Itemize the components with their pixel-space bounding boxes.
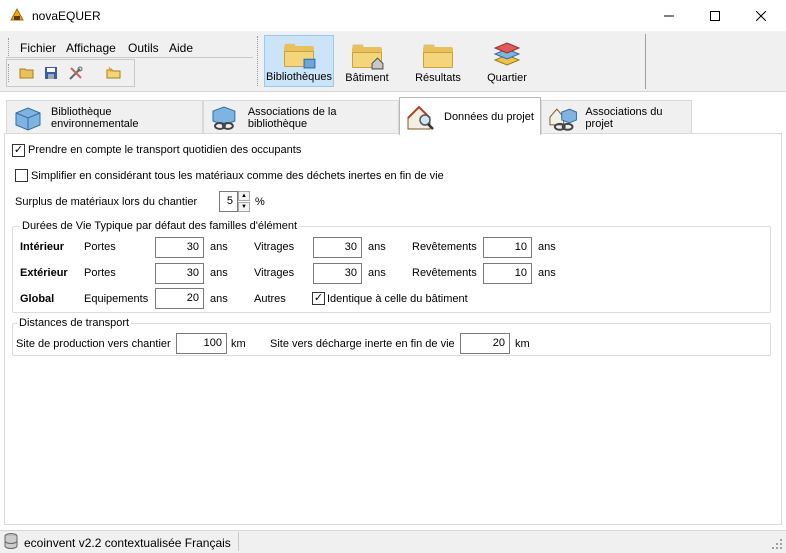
up-arrow-icon: ▲ [241, 193, 247, 199]
close-button[interactable] [738, 0, 784, 31]
tab-associations-projet[interactable]: Associations du projet [541, 100, 692, 134]
exterior-revetements-input[interactable]: 10 [483, 263, 532, 284]
unit-ans: ans [210, 267, 228, 279]
down-arrow-icon: ▼ [241, 204, 247, 210]
unit-ans: ans [210, 293, 228, 305]
global-equipements-label: Equipements [84, 293, 149, 305]
unit-ans: ans [368, 267, 386, 279]
tab-donnees-projet[interactable]: Données du projet [399, 97, 541, 135]
interior-portes-input[interactable]: 30 [155, 237, 204, 258]
new-project-button[interactable] [104, 64, 124, 82]
district-layers-icon [493, 42, 521, 66]
unit-ans: ans [368, 241, 386, 253]
resize-grip-icon[interactable] [772, 539, 783, 550]
menu-fichier[interactable]: Fichier [20, 41, 56, 55]
lifespan-group-title: Durées de Vie Typique par défaut des fam… [20, 220, 300, 232]
library-folder-icon [284, 43, 316, 69]
unit-km: km [231, 338, 246, 350]
unit-ans: ans [210, 241, 228, 253]
menu-aide[interactable]: Aide [169, 41, 193, 55]
production-distance-input[interactable]: 100 [176, 333, 227, 354]
maximize-icon [710, 10, 720, 21]
resultats-label: Résultats [415, 72, 461, 84]
unit-ans: ans [538, 267, 556, 279]
exterior-portes-input[interactable]: 30 [155, 263, 204, 284]
library-link-icon [212, 106, 236, 130]
database-icon [4, 533, 18, 549]
exterior-portes-label: Portes [84, 267, 116, 279]
transport-label: Prendre en compte le transport quotidien… [28, 144, 302, 156]
quartier-button[interactable]: Quartier [477, 35, 537, 87]
open-folder-icon [19, 68, 34, 79]
save-button[interactable] [41, 64, 61, 82]
main-toolbar-grip[interactable] [257, 36, 260, 86]
exterior-revetements-label: Revêtements [412, 267, 477, 279]
transport-checkbox[interactable]: ✓ [12, 144, 25, 157]
exterior-vitrages-input[interactable]: 30 [313, 263, 362, 284]
decharge-distance-input[interactable]: 20 [460, 333, 510, 354]
tab-label: Données du projet [444, 110, 534, 123]
surplus-spin-up[interactable]: ▲ [238, 191, 250, 201]
results-folder-icon [423, 44, 453, 68]
interior-revetements-label: Revêtements [412, 241, 477, 253]
exterior-vitrages-label: Vitrages [254, 267, 295, 279]
distances-group-title: Distances de transport [17, 317, 132, 329]
bibliotheques-button[interactable]: Bibliothèques [264, 35, 334, 87]
decharge-label: Site vers décharge inerte en fin de vie [270, 338, 455, 350]
bibliotheques-label: Bibliothèques [265, 71, 333, 83]
library-cube-icon [15, 106, 41, 131]
new-folder-icon [106, 66, 121, 79]
tab-associations-bibliotheque[interactable]: Associations de la bibliothèque [203, 100, 399, 134]
unit-ans: ans [538, 241, 556, 253]
close-icon [756, 10, 766, 21]
checkmark-icon: ✓ [13, 144, 24, 156]
identique-label: Identique à celle du bâtiment [327, 293, 468, 305]
menu-outils[interactable]: Outils [128, 41, 159, 55]
building-folder-icon [352, 44, 384, 70]
batiment-label: Bâtiment [345, 72, 389, 84]
tools-button[interactable] [66, 64, 86, 82]
app-icon [10, 7, 24, 21]
surplus-input[interactable]: 5 [219, 191, 238, 212]
tab-label: Associations de la bibliothèque [247, 105, 337, 130]
database-status: ecoinvent v2.2 contextualisée Français [24, 536, 231, 550]
unit-km: km [515, 338, 530, 350]
minimize-button[interactable] [646, 0, 692, 31]
quartier-label: Quartier [487, 72, 527, 84]
surplus-label: Surplus de matériaux lors du chantier [15, 196, 198, 208]
minimize-icon [664, 15, 674, 16]
tab-label: Bibliothèque environnementale [50, 105, 139, 130]
inert-waste-checkbox[interactable] [15, 169, 28, 182]
exterior-label: Extérieur [20, 267, 68, 279]
tab-label: Associations du projet [585, 105, 663, 130]
tools-icon [69, 66, 83, 80]
save-icon [45, 67, 57, 79]
tab-bibliotheque-environnementale[interactable]: Bibliothèque environnementale [6, 100, 203, 134]
interior-portes-label: Portes [84, 241, 116, 253]
batiment-button[interactable]: Bâtiment [336, 35, 398, 87]
project-link-icon [549, 107, 577, 131]
surplus-spin-down[interactable]: ▼ [238, 202, 250, 212]
open-button[interactable] [17, 64, 37, 82]
interior-vitrages-label: Vitrages [254, 241, 295, 253]
window-title: novaEQUER [32, 9, 101, 23]
menu-affichage[interactable]: Affichage [66, 41, 116, 55]
resultats-button[interactable]: Résultats [406, 35, 470, 87]
checkmark-icon: ✓ [313, 292, 324, 304]
project-search-icon [407, 105, 434, 130]
production-label: Site de production vers chantier [16, 338, 171, 350]
global-equipements-input[interactable]: 20 [155, 288, 204, 309]
identique-checkbox[interactable]: ✓ [312, 292, 325, 305]
interior-vitrages-input[interactable]: 30 [313, 237, 362, 258]
status-separator [238, 532, 239, 551]
global-label: Global [20, 293, 55, 305]
interior-revetements-input[interactable]: 10 [483, 237, 532, 258]
surplus-unit: % [255, 196, 265, 208]
inert-waste-label: Simplifier en considérant tous les matér… [31, 170, 444, 182]
maximize-button[interactable] [692, 0, 738, 31]
global-autres-label: Autres [254, 293, 286, 305]
interior-label: Intérieur [20, 241, 65, 253]
